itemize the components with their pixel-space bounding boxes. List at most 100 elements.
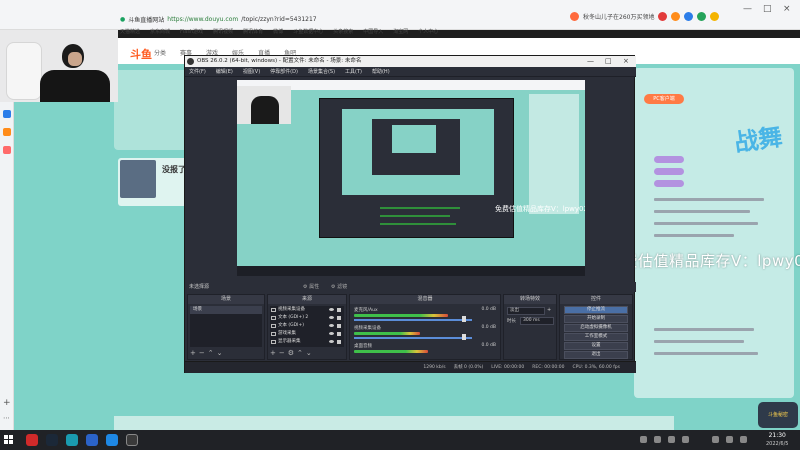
visibility-icon[interactable] xyxy=(329,332,334,335)
maximize-button[interactable]: □ xyxy=(763,4,772,14)
tag-pill[interactable] xyxy=(654,156,684,163)
source-item[interactable]: 显示器采集 xyxy=(270,338,344,346)
bookmark-item[interactable]: 头条搜索 xyxy=(333,28,353,38)
menu-scene-collection[interactable]: 场景集合(S) xyxy=(308,67,335,76)
tray-icon[interactable] xyxy=(668,436,675,443)
add-icon[interactable]: + xyxy=(270,349,279,357)
tag-pill[interactable] xyxy=(654,180,684,187)
app-blue-icon[interactable] xyxy=(86,434,98,446)
move-up-icon[interactable]: ⌃ xyxy=(208,349,217,357)
menu-docks[interactable]: 停靠部件(D) xyxy=(270,67,298,76)
extension-icon[interactable] xyxy=(658,12,668,21)
tray-icon[interactable] xyxy=(640,436,647,443)
app-teal-icon[interactable] xyxy=(66,434,78,446)
tray-icon[interactable] xyxy=(682,436,689,443)
lock-icon[interactable] xyxy=(337,332,341,336)
bookmark-item[interactable]: Flash游戏 xyxy=(180,28,203,38)
remove-icon[interactable]: − xyxy=(279,349,288,357)
nav-item[interactable]: 分类 xyxy=(154,48,166,57)
bookmark-item[interactable]: 天猫精选 xyxy=(120,28,140,38)
bookmark-item[interactable]: 京东商城 xyxy=(150,28,170,38)
studio-mode-button[interactable]: 工作室模式 xyxy=(564,333,628,341)
menu-file[interactable]: 文件(F) xyxy=(189,67,206,76)
menu-tools[interactable]: 工具(T) xyxy=(345,67,362,76)
menu-view[interactable]: 视图(V) xyxy=(243,67,260,76)
address-bar[interactable]: ● 斗鱼直播网站 https://www.douyu.com/topic/zzy… xyxy=(120,12,317,26)
ime-icon[interactable] xyxy=(740,436,747,443)
obs-minimize-button[interactable]: — xyxy=(587,56,594,67)
tray-icon[interactable] xyxy=(654,436,661,443)
source-item[interactable]: 游戏采集 xyxy=(270,330,344,338)
volume-slider-handle[interactable] xyxy=(462,334,466,340)
corner-sticker[interactable]: 斗鱼秘密 xyxy=(758,402,798,428)
source-item[interactable]: 视频采集设备 xyxy=(270,306,344,314)
extension-icon[interactable] xyxy=(671,12,681,21)
move-up-icon[interactable]: ⌃ xyxy=(297,349,306,357)
obs-maximize-button[interactable]: □ xyxy=(605,56,612,67)
settings-button[interactable]: 设置 xyxy=(564,342,628,350)
volume-slider-handle[interactable] xyxy=(462,316,466,322)
lock-icon[interactable] xyxy=(337,308,341,312)
transition-select[interactable]: 淡出 xyxy=(507,307,545,315)
bookmark-item[interactable]: 中国导入 xyxy=(363,28,383,38)
volume-slider[interactable] xyxy=(354,319,472,321)
source-item[interactable]: 文本 (GDI+) 2 xyxy=(270,314,344,322)
visibility-icon[interactable] xyxy=(329,316,334,319)
obs-icon[interactable] xyxy=(126,434,138,446)
sidebar-app-icon[interactable] xyxy=(3,110,11,118)
move-down-icon[interactable]: ⌄ xyxy=(306,349,315,357)
tag-pill[interactable] xyxy=(654,168,684,175)
start-icon[interactable] xyxy=(4,435,14,445)
lock-icon[interactable] xyxy=(337,316,341,320)
extension-icon[interactable] xyxy=(710,12,720,21)
remove-icon[interactable]: − xyxy=(199,349,208,357)
client-badge[interactable]: PC客户端 xyxy=(644,94,684,104)
extension-icon[interactable] xyxy=(697,12,707,21)
steam-icon[interactable] xyxy=(46,434,58,446)
douyu-logo[interactable]: 斗鱼 xyxy=(130,46,152,62)
edge-icon[interactable] xyxy=(106,434,118,446)
network-icon[interactable] xyxy=(712,436,719,443)
more-icon[interactable]: ⋯ xyxy=(3,414,11,422)
media-player-icon[interactable] xyxy=(26,434,38,446)
stop-streaming-button[interactable]: 停止推流 xyxy=(564,306,628,314)
properties-button[interactable]: ⚙ 属性 xyxy=(303,282,319,292)
visibility-icon[interactable] xyxy=(329,308,334,311)
source-item[interactable]: 文本 (GDI+) xyxy=(270,322,344,330)
exit-button[interactable]: 退出 xyxy=(564,351,628,359)
bookmark-item[interactable]: 斗鱼数据中心 xyxy=(293,28,323,38)
gift-bar[interactable] xyxy=(114,416,674,430)
move-down-icon[interactable]: ⌄ xyxy=(217,349,226,357)
visibility-icon[interactable] xyxy=(329,324,334,327)
bookmark-item[interactable]: 个人中心 xyxy=(418,28,438,38)
add-icon[interactable]: + xyxy=(3,398,11,408)
extension-icon[interactable] xyxy=(684,12,694,21)
news-ticker[interactable]: 秋冬山儿子在260万买领地 xyxy=(583,12,654,21)
lock-icon[interactable] xyxy=(337,340,341,344)
scene-item[interactable]: 场景 xyxy=(190,306,262,314)
taskbar-clock[interactable]: 21:30 2022/6/5 xyxy=(766,432,788,448)
start-recording-button[interactable]: 开始录制 xyxy=(564,315,628,323)
obs-titlebar[interactable]: OBS 26.0.2 (64-bit, windows) - 配置文件: 未命名… xyxy=(185,56,636,67)
gear-icon[interactable]: ⚙ xyxy=(288,349,297,357)
volume-icon[interactable] xyxy=(726,436,733,443)
sidebar-app-icon[interactable] xyxy=(3,146,11,154)
close-button[interactable]: × xyxy=(783,4,791,14)
obs-close-button[interactable]: × xyxy=(623,56,629,67)
volume-slider[interactable] xyxy=(354,337,472,339)
menu-help[interactable]: 帮助(H) xyxy=(372,67,390,76)
visibility-icon[interactable] xyxy=(329,340,334,343)
lock-icon[interactable] xyxy=(337,324,341,328)
add-icon[interactable]: + xyxy=(190,349,199,357)
filters-button[interactable]: ⚙ 滤镜 xyxy=(331,282,347,292)
bookmark-item[interactable]: 腾讯视频 xyxy=(213,28,233,38)
duration-input[interactable]: 300 ms xyxy=(520,317,554,325)
sidebar-app-icon[interactable] xyxy=(3,128,11,136)
news-icon[interactable] xyxy=(570,12,579,21)
bookmark-item[interactable]: 腾讯体育 xyxy=(243,28,263,38)
obs-preview[interactable]: 免费估值精品库存V：lpwy02 xyxy=(237,80,585,276)
minimize-button[interactable]: — xyxy=(743,4,752,14)
bookmark-item[interactable]: 淘宝网 xyxy=(393,28,408,38)
transition-add-icon[interactable]: + xyxy=(547,307,551,313)
menu-edit[interactable]: 编辑(E) xyxy=(216,67,233,76)
